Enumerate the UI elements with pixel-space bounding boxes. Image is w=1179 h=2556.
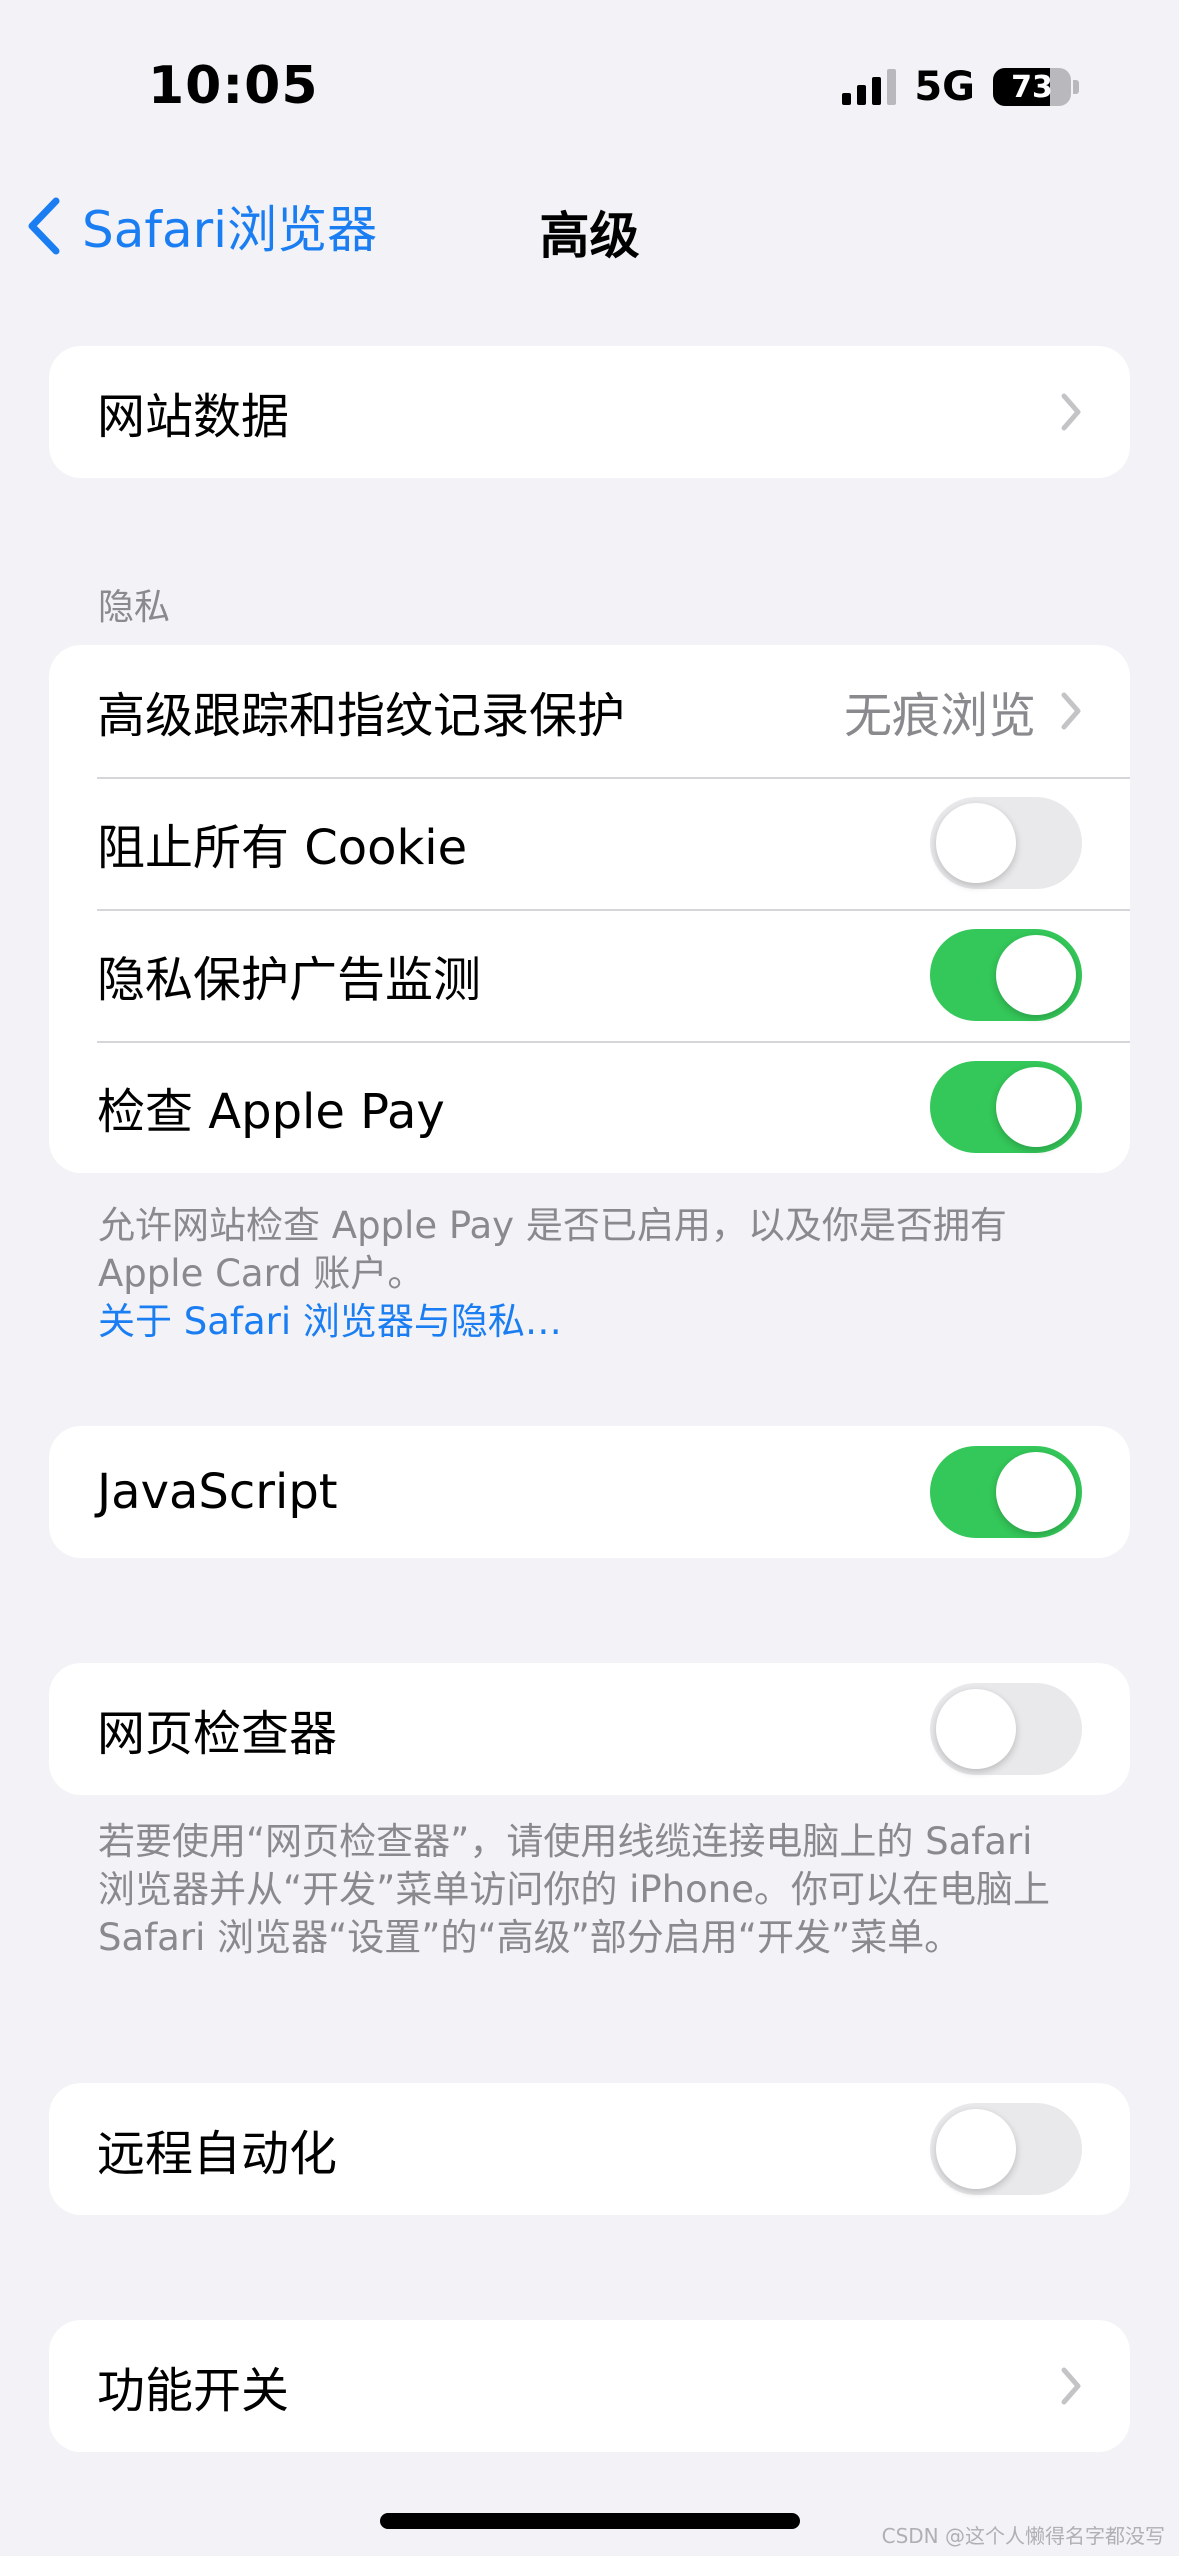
- web-inspector-label: 网页检查器: [97, 1706, 338, 1762]
- check-apple-pay-toggle[interactable]: [930, 1061, 1082, 1153]
- privacy-footer: 允许网站检查 Apple Pay 是否已启用，以及你是否拥有 Apple Car…: [98, 1202, 1058, 1346]
- watermark: CSDN @这个人懒得名字都没写: [881, 2524, 1165, 2548]
- privacy-section-header: 隐私: [98, 587, 171, 628]
- toggle-knob: [936, 803, 1016, 883]
- block-cookies-label: 阻止所有 Cookie: [97, 820, 468, 876]
- toggle-knob: [936, 2109, 1016, 2189]
- javascript-label: JavaScript: [97, 1464, 338, 1520]
- ad-measurement-row: 隐私保护广告监测: [49, 909, 1130, 1041]
- remote-automation-label: 远程自动化: [97, 2126, 338, 2182]
- remote-automation-toggle[interactable]: [930, 2103, 1082, 2195]
- page-title: 高级: [539, 207, 640, 265]
- check-apple-pay-row: 检查 Apple Pay: [49, 1041, 1130, 1173]
- settings-screen: 10:05 5G 73 Safari浏览器 高级 网站数据 隐私 高级跟踪和指纹…: [0, 0, 1179, 2556]
- feature-flags-group: 功能开关: [49, 2320, 1130, 2452]
- chevron-right-icon: [1061, 393, 1081, 431]
- battery-percent: 73: [1011, 69, 1053, 105]
- javascript-toggle[interactable]: [930, 1446, 1082, 1538]
- battery-cap: [1073, 80, 1079, 94]
- javascript-row: JavaScript: [49, 1426, 1130, 1558]
- privacy-group: 高级跟踪和指纹记录保护 无痕浏览 阻止所有 Cookie 隐私保护广告监测 检查…: [49, 645, 1130, 1173]
- remote-automation-row: 远程自动化: [49, 2083, 1130, 2215]
- network-type: 5G: [914, 64, 975, 110]
- toggle-knob: [996, 1067, 1076, 1147]
- battery-icon: 73: [993, 68, 1071, 106]
- home-indicator[interactable]: [380, 2513, 800, 2529]
- tracking-protection-value: 无痕浏览: [843, 688, 1036, 744]
- cellular-signal-icon: [842, 69, 897, 105]
- javascript-group: JavaScript: [49, 1426, 1130, 1558]
- toggle-knob: [996, 1452, 1076, 1532]
- ad-measurement-label: 隐私保护广告监测: [97, 952, 482, 1008]
- feature-flags-row[interactable]: 功能开关: [49, 2320, 1130, 2452]
- privacy-footer-text: 允许网站检查 Apple Pay 是否已启用，以及你是否拥有 Apple Car…: [98, 1204, 1007, 1295]
- ad-measurement-toggle[interactable]: [930, 929, 1082, 1021]
- safari-privacy-link[interactable]: 关于 Safari 浏览器与隐私…: [98, 1298, 1058, 1346]
- tracking-protection-label: 高级跟踪和指纹记录保护: [97, 688, 626, 744]
- chevron-right-icon: [1061, 2367, 1081, 2405]
- block-cookies-toggle[interactable]: [930, 797, 1082, 889]
- web-inspector-group: 网页检查器: [49, 1663, 1130, 1795]
- web-inspector-row: 网页检查器: [49, 1663, 1130, 1795]
- website-data-group: 网站数据: [49, 346, 1130, 478]
- remote-automation-group: 远程自动化: [49, 2083, 1130, 2215]
- toggle-knob: [936, 1689, 1016, 1769]
- website-data-label: 网站数据: [97, 389, 290, 445]
- web-inspector-toggle[interactable]: [930, 1683, 1082, 1775]
- status-icons: 5G 73: [842, 64, 1079, 110]
- tracking-protection-row[interactable]: 高级跟踪和指纹记录保护 无痕浏览: [49, 645, 1130, 777]
- check-apple-pay-label: 检查 Apple Pay: [97, 1084, 445, 1140]
- feature-flags-label: 功能开关: [97, 2363, 290, 2419]
- status-time: 10:05: [148, 56, 319, 116]
- toggle-knob: [996, 935, 1076, 1015]
- block-cookies-row: 阻止所有 Cookie: [49, 777, 1130, 909]
- website-data-row[interactable]: 网站数据: [49, 346, 1130, 478]
- chevron-right-icon: [1061, 692, 1081, 730]
- web-inspector-footer: 若要使用“网页检查器”，请使用线缆连接电脑上的 Safari 浏览器并从“开发”…: [98, 1820, 1050, 1959]
